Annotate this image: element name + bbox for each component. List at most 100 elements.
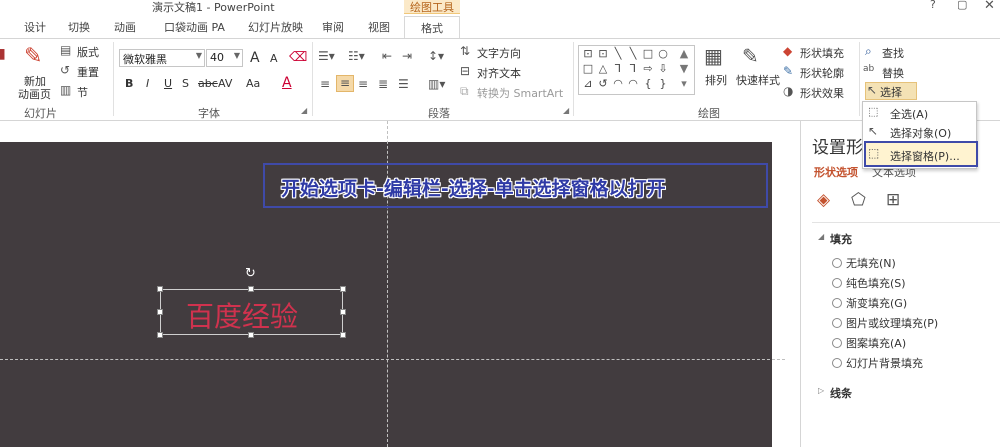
smartart-button[interactable]: 转换为 SmartArt [477,85,563,101]
tab-format[interactable]: 格式 [404,16,460,38]
bullets-icon[interactable]: ☰▾ [318,49,335,63]
tab-shape-options[interactable]: 形状选项 [814,164,858,180]
underline-button[interactable]: U [164,77,172,90]
launcher-icon[interactable]: ◢ [301,106,307,115]
align-left-icon[interactable]: ≡ [320,77,330,91]
connector-icon[interactable]: ⅂ [612,62,624,75]
resize-handle[interactable] [157,309,163,315]
tab-design[interactable]: 设计 [24,19,46,35]
resize-handle[interactable] [340,286,346,292]
rectangle-icon[interactable]: □ [642,47,654,60]
numbering-icon[interactable]: ☷▾ [348,49,365,63]
find-button[interactable]: 查找 [882,45,904,61]
arrange-button[interactable]: 排列 [705,72,727,88]
radio-background-fill[interactable] [832,358,842,368]
align-center-icon[interactable]: ≡ [336,75,354,92]
shapes-gallery[interactable]: ⊡ ⊡ ╲ ╲ □ ○ □ △ ⅂ ⅂ ⇨ ⇩ ⊿ ↺ ◠ ◠ { } ▲ ▼ … [578,45,695,95]
shape-effects-button[interactable]: 形状效果 [800,85,844,101]
arrow-icon[interactable]: ⇩ [657,62,669,75]
line-section-header[interactable]: 线条 [830,385,852,401]
text-direction-button[interactable]: 文字方向 [477,45,521,61]
line-icon[interactable]: ╲ [627,47,639,60]
tab-pocket-animation[interactable]: 口袋动画 PA [164,19,225,35]
oval-icon[interactable]: ○ [657,47,669,60]
restore-icon[interactable]: ▢ [957,0,967,11]
shadow-button[interactable]: S [182,77,189,90]
tab-animations[interactable]: 动画 [114,19,136,35]
clear-format-icon[interactable]: ⌫ [289,50,307,65]
resize-handle[interactable] [157,286,163,292]
quick-styles-button[interactable]: 快速样式 [736,72,780,88]
italic-button[interactable]: I [146,77,149,90]
arc-icon[interactable]: ◠ [612,77,624,90]
fill-option-label[interactable]: 渐变填充(G) [846,295,907,311]
shrink-font-button[interactable]: A [270,52,278,65]
new-animation-page-icon[interactable]: ✎ [24,44,42,69]
rectangle-icon[interactable]: □ [582,62,594,75]
brace-icon[interactable]: { [642,77,654,90]
fill-section-header[interactable]: 填充 [830,231,852,247]
menu-item-selection-pane[interactable]: 选择窗格(P)... [890,148,960,164]
font-size-combo[interactable]: 40 ▼ [206,49,243,67]
align-text-button[interactable]: 对齐文本 [477,65,521,81]
change-case-button[interactable]: Aa [246,77,260,90]
section-button[interactable]: 节 [77,84,88,100]
fill-line-icon[interactable]: ◈ [817,190,830,210]
shape-fill-button[interactable]: 形状填充 [800,45,844,61]
resize-handle[interactable] [248,286,254,292]
connector-icon[interactable]: ⅂ [627,62,639,75]
menu-item-select-objects[interactable]: 选择对象(O) [890,125,951,141]
arrange-icon[interactable]: ▦ [704,44,723,68]
more-icon[interactable]: ▾ [678,77,690,90]
resize-handle[interactable] [248,332,254,338]
radio-solid-fill[interactable] [832,278,842,288]
tab-view[interactable]: 视图 [368,19,390,35]
grow-font-button[interactable]: A [250,50,260,66]
new-slide-icon[interactable]: ▮ [0,46,6,62]
resize-handle[interactable] [340,309,346,315]
decrease-indent-icon[interactable]: ⇤ [382,49,392,63]
scroll-up-icon[interactable]: ▲ [678,47,690,60]
launcher-icon[interactable]: ◢ [563,106,569,115]
curve-icon[interactable]: ↺ [597,77,609,90]
columns-icon[interactable]: ▥▾ [428,77,445,91]
tab-review[interactable]: 审阅 [322,19,344,35]
resize-handle[interactable] [157,332,163,338]
fill-option-label[interactable]: 图案填充(A) [846,335,906,351]
fill-option-label[interactable]: 纯色填充(S) [846,275,906,291]
close-icon[interactable]: ✕ [984,0,995,13]
fill-option-label[interactable]: 无填充(N) [846,255,896,271]
menu-item-select-all[interactable]: 全选(A) [890,106,928,122]
shape-outline-button[interactable]: 形状轮廓 [800,65,844,81]
shape-icon[interactable]: ⊡ [597,47,609,60]
resize-handle[interactable] [340,332,346,338]
tab-transitions[interactable]: 切换 [68,19,90,35]
reset-button[interactable]: 重置 [77,64,99,80]
quick-styles-icon[interactable]: ✎ [742,44,759,68]
new-animation-page-line2[interactable]: 动画页 [18,86,51,102]
rotate-handle-icon[interactable]: ↻ [245,266,256,281]
tab-slideshow[interactable]: 幻灯片放映 [248,19,303,35]
arrow-icon[interactable]: ⇨ [642,62,654,75]
collapse-icon[interactable]: ◢ [818,232,824,241]
fill-option-label[interactable]: 图片或纹理填充(P) [846,315,938,331]
textbox-text[interactable]: 百度经验 [186,295,298,335]
font-color-button[interactable]: A [282,75,292,91]
expand-icon[interactable]: ▷ [818,386,824,395]
triangle-icon[interactable]: △ [597,62,609,75]
font-name-combo[interactable]: 微软雅黑 ▼ [119,49,205,67]
align-right-icon[interactable]: ≡ [358,77,368,91]
brace-icon[interactable]: } [657,77,669,90]
arc-icon[interactable]: ◠ [627,77,639,90]
freeform-icon[interactable]: ⊿ [582,77,594,90]
minimize-icon[interactable]: ? [930,0,936,11]
horizontal-guide[interactable] [0,359,785,360]
char-spacing-button[interactable]: AV [218,77,232,90]
strikethrough-button[interactable]: abc [198,77,218,90]
radio-picture-fill[interactable] [832,318,842,328]
text-box-icon[interactable]: ⊡ [582,47,594,60]
bold-button[interactable]: B [125,77,133,90]
fill-option-label[interactable]: 幻灯片背景填充 [846,355,923,371]
scroll-down-icon[interactable]: ▼ [678,62,690,75]
radio-no-fill[interactable] [832,258,842,268]
